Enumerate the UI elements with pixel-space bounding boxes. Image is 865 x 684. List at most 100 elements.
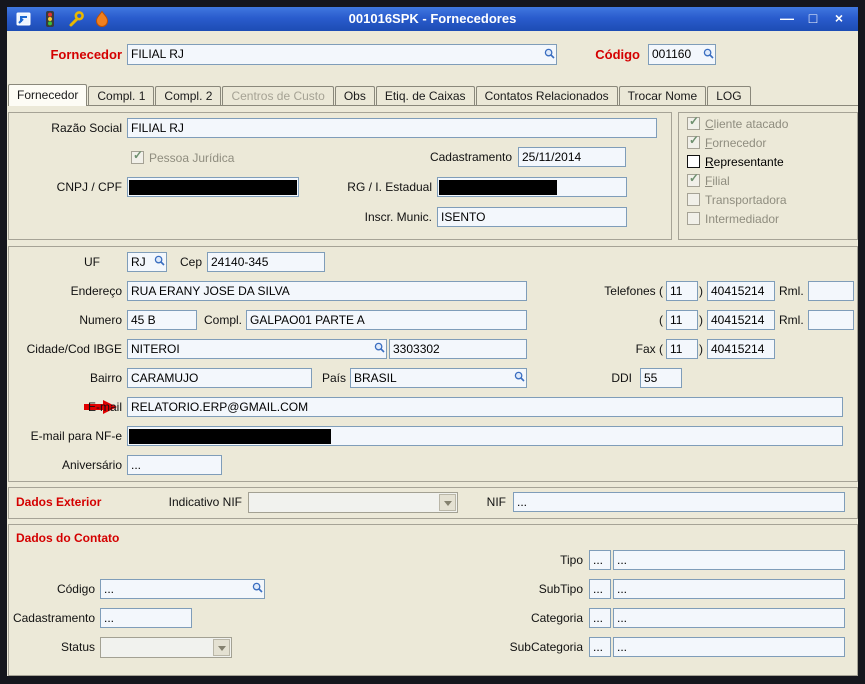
email-nfe-field[interactable] (127, 426, 843, 446)
fornecedor-header-field[interactable]: FILIAL RJ (127, 44, 557, 65)
compl-field[interactable]: GALPAO01 PARTE A (246, 310, 527, 330)
filial-checkbox (687, 171, 700, 187)
status-select (100, 637, 232, 658)
magnifier-icon[interactable] (252, 580, 263, 598)
representante-label: Representante (705, 155, 784, 169)
telefone2-ddd-field[interactable]: 11 (666, 310, 698, 330)
contato-cadastramento-field[interactable]: ... (100, 608, 192, 628)
paren-close-label: ) (699, 313, 703, 327)
cidade-field[interactable]: NITEROI (127, 339, 387, 359)
export-icon[interactable] (15, 10, 33, 33)
traffic-light-icon[interactable] (41, 10, 59, 33)
tab-etiq-de-caixas[interactable]: Etiq. de Caixas (375, 86, 475, 105)
magnifier-icon[interactable] (374, 340, 385, 358)
categoria-code-field[interactable]: ... (589, 608, 611, 628)
email-label: E-mail (87, 400, 122, 414)
cep-field[interactable]: 24140-345 (207, 252, 325, 272)
tab-contatos-relacionados[interactable]: Contatos Relacionados (475, 86, 618, 105)
codigo-header-field[interactable]: 001160 (648, 44, 716, 65)
chevron-down-icon (439, 494, 456, 511)
dados-exterior-title: Dados Exterior (16, 495, 102, 509)
intermediador-label: Intermediador (705, 212, 780, 226)
tipo-label: Tipo (560, 553, 583, 567)
uf-field[interactable]: RJ (127, 252, 167, 272)
numero-field[interactable]: 45 B (127, 310, 197, 330)
categoria-field[interactable]: ... (613, 608, 845, 628)
telefone1-field[interactable]: 40415214 (707, 281, 775, 301)
subcategoria-code-field[interactable]: ... (589, 637, 611, 657)
tab-fornecedor[interactable]: Fornecedor (8, 84, 88, 106)
email-field[interactable]: RELATORIO.ERP@GMAIL.COM (127, 397, 843, 417)
tipo-field[interactable]: ... (613, 550, 845, 570)
rml1-label: Rml. (779, 284, 804, 298)
fax-label: Fax ( (635, 342, 663, 356)
subtipo-field[interactable]: ... (613, 579, 845, 599)
magnifier-icon[interactable] (703, 46, 714, 64)
fax-ddd-field[interactable]: 11 (666, 339, 698, 359)
tab-centros-de-custo: Centros de Custo (222, 86, 334, 105)
subtipo-label: SubTipo (538, 582, 583, 596)
cod-ibge-field[interactable]: 3303302 (389, 339, 527, 359)
cliente-atacado-checkbox (687, 114, 700, 130)
compl-label: Compl. (203, 313, 242, 327)
cadastramento-field[interactable]: 25/11/2014 (518, 147, 626, 167)
rml2-field[interactable] (808, 310, 854, 330)
titlebar-toolbar (15, 10, 111, 33)
endereco-field[interactable]: RUA ERANY JOSE DA SILVA (127, 281, 527, 301)
minimize-button[interactable]: — (776, 10, 798, 28)
numero-label: Numero (79, 313, 122, 327)
subtipo-code-field[interactable]: ... (589, 579, 611, 599)
contato-codigo-label: Código (56, 582, 95, 596)
email-nfe-label: E-mail para NF-e (30, 429, 122, 443)
paren-open-label: ( (659, 313, 663, 327)
redaction-bar (129, 429, 331, 444)
title-bar: 001016SPK - Fornecedores — □ × (7, 7, 858, 31)
cliente-atacado-label: Cliente atacado (705, 117, 789, 131)
magnifier-icon[interactable] (154, 253, 165, 271)
tab-log[interactable]: LOG (707, 86, 751, 105)
fax-field[interactable]: 40415214 (707, 339, 775, 359)
tab-obs[interactable]: Obs (334, 86, 375, 105)
aniversario-field[interactable]: ... (127, 455, 222, 475)
bairro-field[interactable]: CARAMUJO (127, 368, 312, 388)
tipo-code-field[interactable]: ... (589, 550, 611, 570)
contato-cadastramento-label: Cadastramento (12, 611, 95, 625)
inscr-munic-field[interactable]: ISENTO (437, 207, 627, 227)
magnifier-icon[interactable] (514, 369, 525, 387)
contato-codigo-field[interactable]: ... (100, 579, 265, 599)
ddi-field[interactable]: 55 (640, 368, 682, 388)
nif-field[interactable]: ... (513, 492, 845, 512)
paren-close-label: ) (699, 342, 703, 356)
pessoa-juridica-checkbox (131, 148, 144, 164)
representante-checkbox[interactable] (687, 155, 700, 168)
pais-label: País (321, 371, 346, 385)
tab-trocar-nome[interactable]: Trocar Nome (618, 86, 707, 105)
rml1-field[interactable] (808, 281, 854, 301)
telefones-label: Telefones ( (604, 284, 663, 298)
tab-strip: Fornecedor Compl. 1 Compl. 2 Centros de … (8, 84, 858, 106)
close-button[interactable]: × (828, 10, 850, 28)
pais-field[interactable]: BRASIL (350, 368, 527, 388)
cnpj-cpf-field[interactable] (127, 177, 299, 197)
tab-compl-2[interactable]: Compl. 2 (155, 86, 222, 105)
inscr-munic-label: Inscr. Munic. (364, 210, 432, 224)
maximize-button[interactable]: □ (802, 10, 824, 28)
categoria-label: Categoria (530, 611, 583, 625)
cidade-cod-ibge-label: Cidade/Cod IBGE (26, 342, 122, 356)
telefone1-ddd-field[interactable]: 11 (666, 281, 698, 301)
flame-icon[interactable] (93, 10, 111, 33)
chevron-down-icon (213, 639, 230, 656)
window-title: 001016SPK - Fornecedores (348, 11, 517, 26)
subcategoria-field[interactable]: ... (613, 637, 845, 657)
telefone2-field[interactable]: 40415214 (707, 310, 775, 330)
wrench-icon[interactable] (67, 10, 85, 33)
redaction-bar (129, 180, 297, 195)
razao-social-field[interactable]: FILIAL RJ (127, 118, 657, 138)
status-label: Status (60, 640, 95, 654)
codigo-header-label: Código (595, 47, 640, 62)
rg-ie-field[interactable] (437, 177, 627, 197)
fornecedor-label: Fornecedor (705, 136, 767, 150)
magnifier-icon[interactable] (544, 46, 555, 64)
tab-compl-1[interactable]: Compl. 1 (88, 86, 155, 105)
cnpj-cpf-label: CNPJ / CPF (56, 180, 122, 194)
